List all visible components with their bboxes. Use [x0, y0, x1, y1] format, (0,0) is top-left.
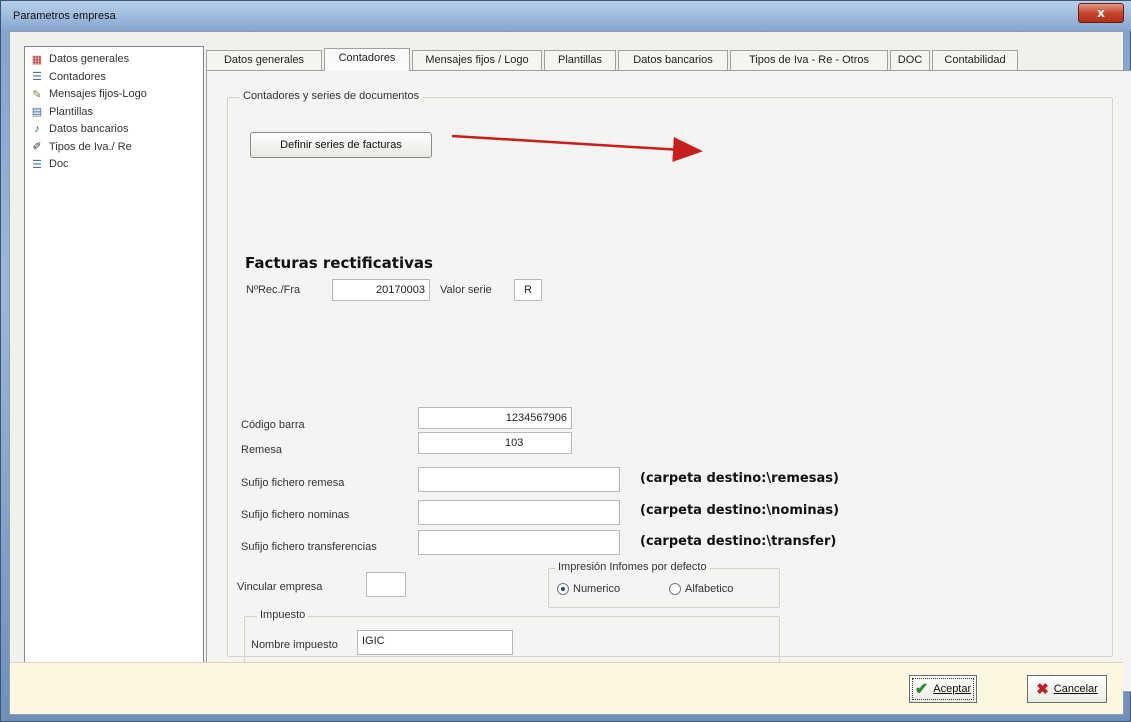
impresion-group-label: Impresión Infomes por defecto	[555, 561, 710, 573]
sufijo-nominas-hint: (carpeta destino:\nominas)	[640, 503, 840, 518]
radio-alfabetico[interactable]: Alfabetico	[669, 583, 733, 595]
nombre-impuesto-field[interactable]: IGIC	[357, 630, 513, 655]
template-icon: ▤	[31, 106, 43, 118]
red-arrow-annotation	[451, 134, 703, 162]
impuesto-group: Impuesto Nombre impuesto IGIC	[244, 609, 780, 664]
sufijo-transferencias-field[interactable]	[418, 530, 620, 555]
sufijo-transferencias-label: Sufijo fichero transferencias	[241, 541, 377, 553]
cancel-button-label: Cancelar	[1053, 683, 1098, 695]
tree-item-5[interactable]: ✐ Tipos de Iva./ Re	[29, 139, 132, 155]
tree-item-label: Doc	[49, 158, 69, 170]
tree-item-1[interactable]: ☰ Contadores	[29, 69, 106, 85]
contadores-panel: Contadores y series de documentos Defini…	[206, 70, 1131, 692]
accept-button-label: Aceptar	[933, 683, 972, 695]
building-icon: ▦	[31, 53, 43, 66]
tab-6[interactable]: DOC	[890, 50, 930, 70]
contadores-group: Contadores y series de documentos Defini…	[227, 90, 1113, 664]
dialog-button-bar: ✔ Aceptar ✖ Cancelar	[10, 662, 1123, 714]
tree-item-label: Datos generales	[49, 53, 130, 65]
remesa-label: Remesa	[241, 444, 282, 456]
tree-item-2[interactable]: ✎ Mensajes fijos-Logo	[29, 86, 147, 102]
valor-serie-field[interactable]: R	[514, 279, 542, 301]
tab-4[interactable]: Datos bancarios	[618, 50, 728, 70]
radio-alfabetico-label: Alfabetico	[685, 583, 734, 595]
sufijo-remesa-label: Sufijo fichero remesa	[241, 477, 345, 489]
nrec-field[interactable]: 20170003	[332, 279, 430, 301]
tree-item-4[interactable]: ♪ Datos bancarios	[29, 121, 129, 137]
radio-alfabetico-indicator[interactable]	[669, 583, 681, 595]
cancel-x-icon: ✖	[1036, 681, 1049, 698]
impuesto-group-label: Impuesto	[257, 609, 309, 621]
sufijo-nominas-label: Sufijo fichero nominas	[241, 509, 350, 521]
cancel-button[interactable]: ✖ Cancelar	[1027, 675, 1107, 703]
accept-button[interactable]: ✔ Aceptar	[909, 675, 977, 703]
radio-numerico-indicator[interactable]	[557, 583, 569, 595]
tree-item-label: Datos bancarios	[49, 123, 129, 135]
tree-item-label: Mensajes fijos-Logo	[49, 88, 147, 100]
tab-5[interactable]: Tipos de Iva - Re - Otros	[730, 50, 888, 70]
sufijo-remesa-field[interactable]	[418, 467, 620, 492]
checkmark-icon: ✔	[914, 681, 929, 698]
title-bar[interactable]: Parametros empresa x	[1, 1, 1131, 31]
sufijo-transferencias-hint: (carpeta destino:\transfer)	[640, 534, 837, 549]
tab-1[interactable]: Contadores	[324, 48, 410, 71]
codigo-barra-label: Código barra	[241, 419, 305, 431]
tab-2[interactable]: Mensajes fijos / Logo	[412, 50, 542, 70]
nombre-impuesto-label: Nombre impuesto	[251, 639, 338, 651]
message-icon: ✎	[32, 88, 42, 101]
valor-serie-label: Valor serie	[440, 284, 492, 296]
radio-numerico-label: Numerico	[573, 583, 621, 595]
dialog-client-area: ▦ Datos generales ☰ Contadores ✎ Mensajes fij…	[9, 31, 1131, 715]
tab-7[interactable]: Contabilidad	[932, 50, 1018, 70]
list-icon: ☰	[32, 71, 42, 83]
contadores-group-label: Contadores y series de documentos	[240, 90, 423, 102]
pencil-icon: ✐	[32, 141, 42, 153]
radio-numerico[interactable]: Numerico	[557, 583, 620, 595]
tree-item-6[interactable]: ☰ Doc	[29, 156, 69, 172]
impresion-group: Impresión Infomes por defecto Numerico A…	[548, 561, 780, 608]
tree-item-label: Tipos de Iva./ Re	[49, 140, 132, 153]
tree-item-label: Plantillas	[49, 105, 94, 118]
tree-item-3[interactable]: ▤ Plantillas	[29, 104, 93, 120]
close-button[interactable]: x	[1078, 3, 1124, 23]
navigation-tree: ▦ Datos generales ☰ Contadores ✎ Mensajes fij…	[24, 46, 204, 694]
sufijo-nominas-field[interactable]	[418, 500, 620, 525]
remesa-field[interactable]: 103	[418, 432, 572, 454]
codigo-barra-field[interactable]: 1234567906	[418, 407, 572, 429]
rectificativas-heading: Facturas rectificativas	[245, 254, 433, 272]
tree-item-0[interactable]: ▦ Datos generales	[29, 51, 129, 67]
sufijo-remesa-hint: (carpeta destino:\remesas)	[640, 471, 839, 486]
parametros-empresa-window: Parametros empresa x ▦ Datos generales ☰ Co…	[0, 0, 1131, 722]
list-icon: ☰	[32, 158, 42, 171]
tree-item-label: Contadores	[49, 70, 106, 83]
tab-3[interactable]: Plantillas	[544, 50, 616, 70]
nrec-label: NºRec./Fra	[246, 284, 301, 296]
tab-0[interactable]: Datos generales	[206, 50, 322, 70]
close-icon: x	[1097, 6, 1105, 20]
define-invoice-series-button[interactable]: Definir series de facturas	[250, 132, 432, 158]
vincular-empresa-field[interactable]	[366, 572, 406, 597]
bank-icon: ♪	[34, 123, 40, 135]
window-title: Parametros empresa	[13, 10, 116, 22]
vincular-empresa-label: Vincular empresa	[237, 581, 323, 593]
